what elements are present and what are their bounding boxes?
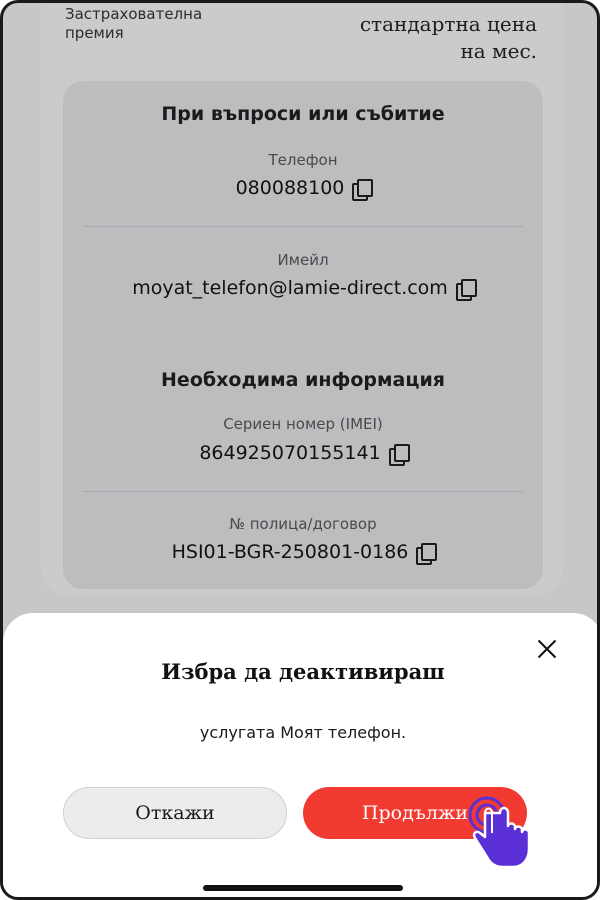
premium-label-text: Застраховатeлна премия [65,5,203,42]
premium-label: Застраховатeлна премия [65,5,202,43]
copy-icon[interactable] [416,542,438,565]
policy-label: № полица/договор [229,515,377,533]
phone-label: Телефон [268,151,338,169]
phone-screen: Застраховатeлна премия стандартна цена н… [0,0,600,900]
policy-value-row: HSI01-BGR-250801-0186 [63,541,543,565]
divider [83,491,523,492]
email-value-row: moyat_telefon@lamie-direct.com [63,277,543,301]
sheet-title: Избра да деактивираш [161,659,445,684]
info-card: При въпроси или събитие Телефон 08008810… [63,81,543,589]
contact-section-title: При въпроси или събитие [161,103,445,125]
home-indicator [203,885,403,891]
phone-value-row: 080088100 [63,177,543,201]
price-label-text: стандартна цена на мес. [359,12,537,63]
cancel-button-label: Откажи [135,802,215,824]
price-label: стандартна цена на мес. [360,11,537,65]
email-label: Имейл [277,251,329,269]
required-section-title: Необходима информация [161,369,445,391]
email-value: moyat_telefon@lamie-direct.com [132,277,448,299]
imei-value-row: 864925070155141 [63,442,543,466]
phone-value: 080088100 [235,177,345,199]
copy-icon[interactable] [388,443,410,466]
policy-value: HSI01-BGR-250801-0186 [171,541,409,563]
continue-button-label: Продължи [361,802,469,824]
sheet-description: услугата Моят телефон. [199,723,407,742]
continue-button[interactable]: Продължи [303,787,527,839]
cancel-button[interactable]: Откажи [63,787,287,839]
imei-value: 864925070155141 [199,442,381,464]
deactivate-bottom-sheet: Избра да деактивираш услугата Моят телеф… [3,613,597,897]
divider [83,226,523,227]
copy-icon[interactable] [455,278,477,301]
close-icon[interactable] [535,637,559,661]
copy-icon[interactable] [352,178,374,201]
imei-label: Сериен номер (IMEI) [223,415,383,433]
